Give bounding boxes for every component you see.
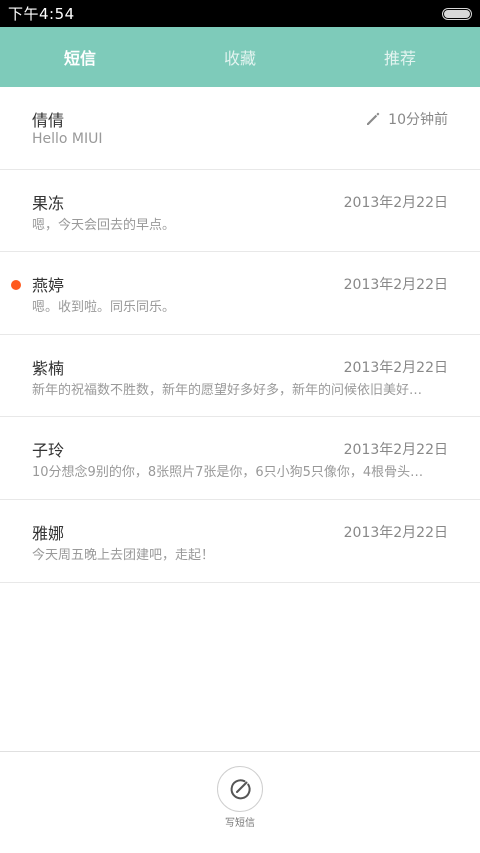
message-preview: 嗯。收到啦。同乐同乐。 bbox=[32, 300, 176, 316]
message-time: 10分钟前 bbox=[365, 109, 448, 129]
message-item[interactable]: 燕婷 2013年2月22日 嗯。收到啦。同乐同乐。 bbox=[0, 252, 480, 335]
message-preview: 今天周五晚上去团建吧，走起！ bbox=[32, 547, 215, 563]
message-time: 2013年2月22日 bbox=[343, 524, 448, 541]
contact-name: 果冻 bbox=[32, 193, 65, 213]
bottom-bar: 写短信 bbox=[0, 751, 480, 853]
tab-bar: 短信 收藏 推荐 bbox=[0, 27, 480, 87]
message-preview: 嗯，今天会回去的早点。 bbox=[32, 217, 176, 233]
message-time: 2013年2月22日 bbox=[343, 277, 448, 294]
tab-sms[interactable]: 短信 bbox=[0, 27, 160, 87]
contact-name: 子玲 bbox=[32, 441, 65, 461]
status-time: 下午4:54 bbox=[8, 5, 75, 23]
message-time: 2013年2月22日 bbox=[343, 359, 448, 376]
contact-name: 紫楠 bbox=[32, 358, 65, 378]
message-time: 2013年2月22日 bbox=[343, 194, 448, 211]
message-preview: 10分想念9别的你，8张照片7张是你，6只小狗5只像你，4根骨头… bbox=[32, 465, 424, 481]
battery-icon bbox=[442, 7, 472, 20]
contact-name: 倩倩 bbox=[32, 111, 65, 130]
message-item[interactable]: 雅娜 2013年2月22日 今天周五晚上去团建吧，走起！ bbox=[0, 500, 480, 583]
tab-favorites[interactable]: 收藏 bbox=[160, 27, 320, 87]
message-preview: Hello MIUI bbox=[32, 131, 103, 147]
compose-icon bbox=[230, 779, 251, 800]
message-item[interactable]: 紫楠 2013年2月22日 新年的祝福数不胜数，新年的愿望好多好多，新年的问候依… bbox=[0, 335, 480, 418]
message-item[interactable]: 倩倩 10分钟前 Hello MIUI bbox=[0, 87, 480, 170]
message-time: 2013年2月22日 bbox=[343, 442, 448, 459]
contact-name: 雅娜 bbox=[32, 523, 65, 543]
compose-label: 写短信 bbox=[225, 818, 255, 829]
message-item[interactable]: 子玲 2013年2月22日 10分想念9别的你，8张照片7张是你，6只小狗5只像… bbox=[0, 417, 480, 500]
tab-recommend[interactable]: 推荐 bbox=[320, 27, 480, 87]
message-time-text: 10分钟前 bbox=[388, 112, 448, 128]
pencil-icon bbox=[367, 112, 380, 125]
message-item[interactable]: 果冻 2013年2月22日 嗯，今天会回去的早点。 bbox=[0, 170, 480, 253]
contact-name: 燕婷 bbox=[32, 276, 65, 296]
status-bar: 下午4:54 bbox=[0, 0, 480, 27]
message-preview: 新年的祝福数不胜数，新年的愿望好多好多，新年的问候依旧美好… bbox=[32, 382, 423, 398]
unread-dot bbox=[11, 280, 21, 291]
message-list: 倩倩 10分钟前 Hello MIUI 果冻 2013年2月22日 嗯，今天会回… bbox=[0, 87, 480, 583]
compose-button[interactable] bbox=[217, 766, 263, 812]
